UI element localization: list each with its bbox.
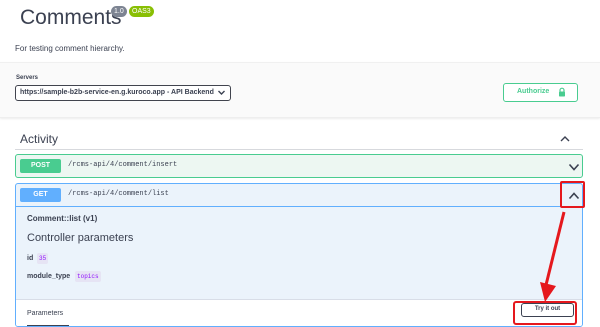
parameters-bar: Parameters [16,299,582,326]
tab-parameters[interactable]: Parameters [27,310,63,317]
operation-path: /rcms-api/4/comment/list [68,190,169,198]
param-name: module_type [27,273,71,280]
annotation-highlight-chevron [560,181,585,208]
oas-badge: OAS3 [129,6,154,17]
page-title: Comments [20,6,122,29]
api-description: For testing comment hierarchy. [15,44,125,53]
operation-summary[interactable]: GET /rcms-api/4/comment/list [16,184,582,207]
param-value-chip: 35 [37,253,49,264]
authorize-label: Authorize [517,88,550,95]
operation-path: /rcms-api/4/comment/insert [68,161,178,169]
method-badge-post: POST [20,159,61,173]
chevron-down-icon [218,90,225,95]
info-header: Comments 1.0 OAS3 For testing comment hi… [0,0,600,62]
authorize-button[interactable]: Authorize [503,83,578,102]
operation-post-comment-insert[interactable]: POST /rcms-api/4/comment/insert [15,154,583,178]
version-badge: 1.0 [111,6,127,17]
chevron-down-icon[interactable] [568,162,580,172]
operation-subtitle: Controller parameters [27,232,134,244]
annotation-highlight-try-button [513,301,577,325]
param-name: id [27,255,34,262]
chevron-up-icon[interactable] [559,134,571,144]
tag-section-title[interactable]: Activity [20,132,58,146]
operation-name: Comment::list (v1) [27,214,98,223]
servers-label: Servers [16,75,39,81]
lock-icon [559,87,565,97]
servers-select[interactable]: https://sample-b2b-service-en.g.kuroco.a… [15,85,231,101]
section-divider [15,149,583,150]
param-value-chip: topics [75,271,101,282]
operation-get-comment-list: GET /rcms-api/4/comment/list Comment::li… [15,183,583,327]
servers-select-value: https://sample-b2b-service-en.g.kuroco.a… [20,89,214,96]
method-badge-get: GET [20,188,61,202]
